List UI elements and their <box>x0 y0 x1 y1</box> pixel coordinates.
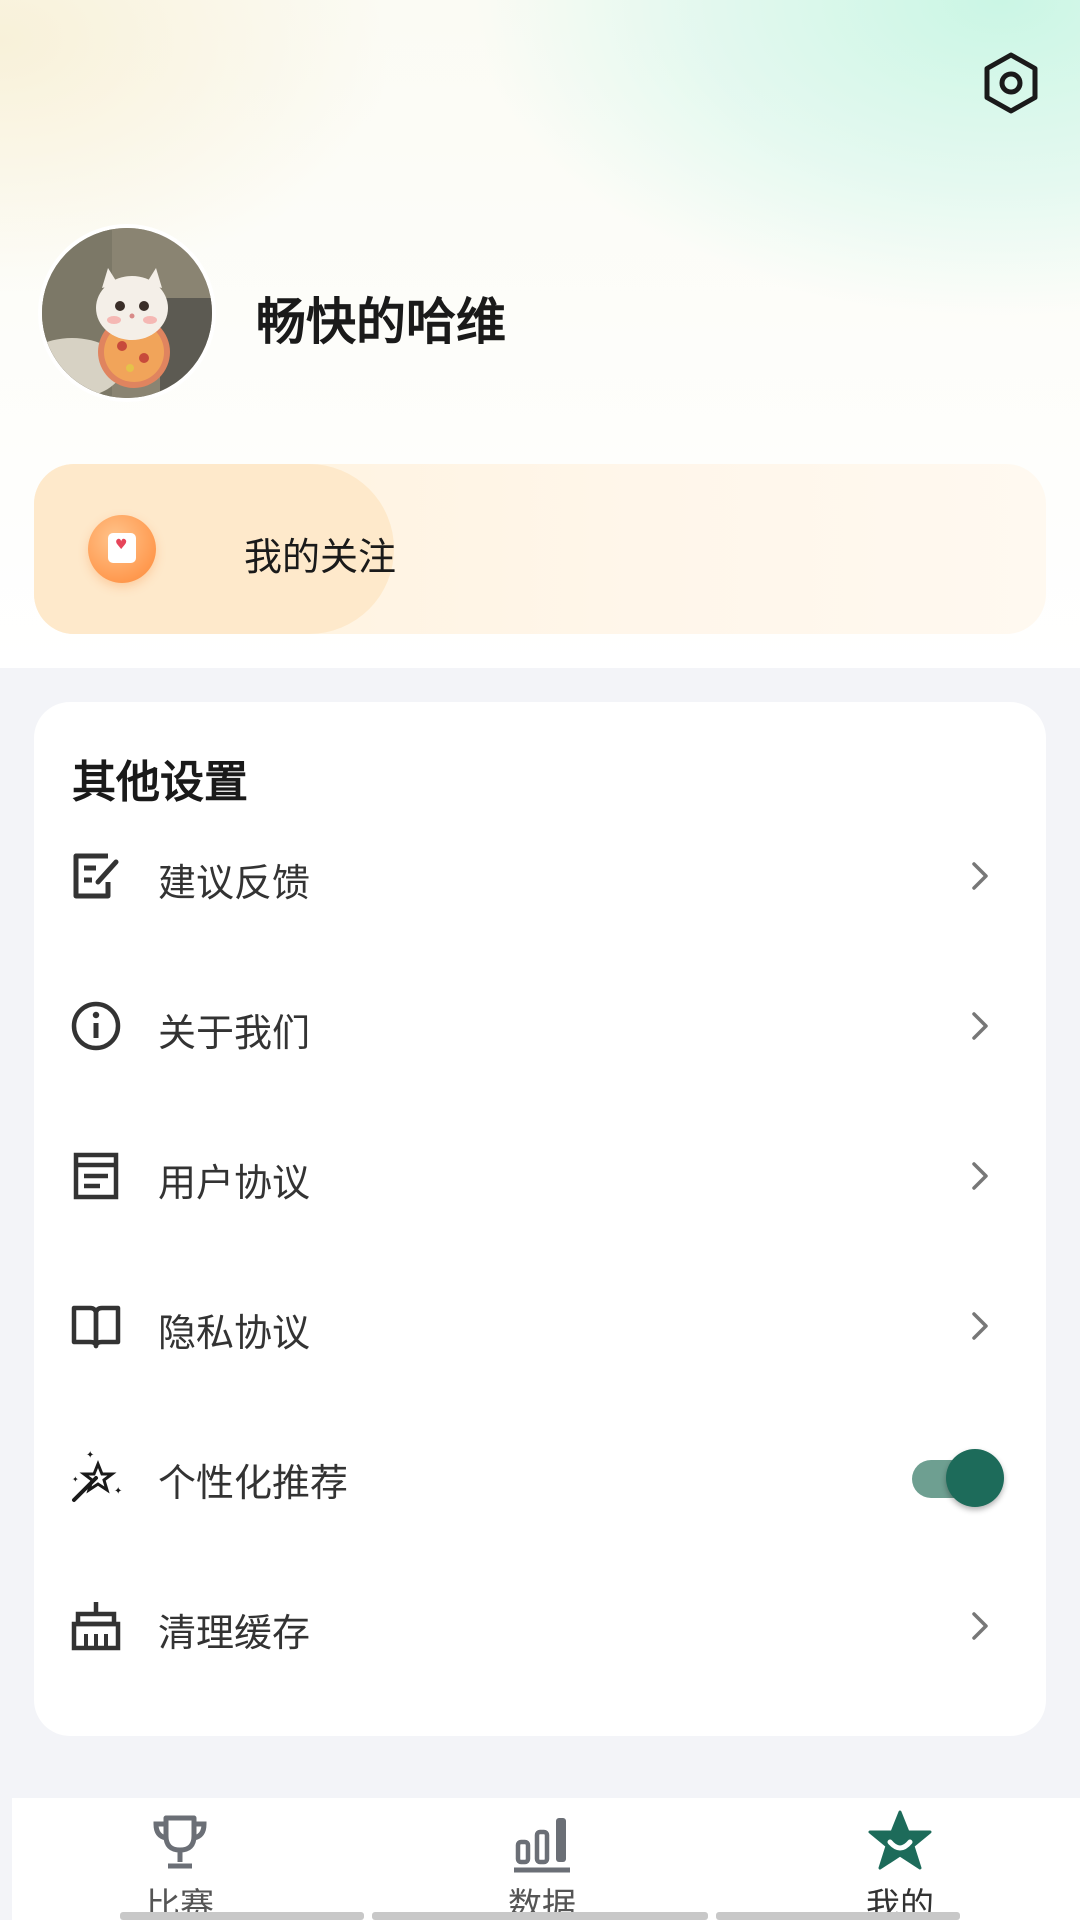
chevron-right-icon <box>972 1162 988 1190</box>
magic-wand-icon: ✦ ✦ ✦ <box>72 1450 122 1502</box>
tab-indicator <box>716 1912 960 1920</box>
chevron-right-icon <box>972 1612 988 1640</box>
star-smile-icon <box>868 1810 932 1870</box>
bookmark-heart-icon: ♥ <box>88 515 156 583</box>
settings-item-label: 用户协议 <box>158 1161 311 1205</box>
svg-text:✦: ✦ <box>86 1450 94 1461</box>
settings-item-label: 建议反馈 <box>158 861 311 905</box>
tab-matches[interactable]: 比赛 <box>80 1798 280 1920</box>
other-settings-card: 其他设置 建议反馈 关于我们 用户协议 隐私协议 ✦ ✦ ✦ 个性化推荐 清理缓… <box>34 702 1046 1736</box>
trophy-icon <box>153 1815 207 1869</box>
settings-item-about[interactable]: 关于我们 <box>34 966 1046 1086</box>
info-icon <box>71 1001 121 1051</box>
toggle-knob <box>946 1449 1004 1507</box>
broom-icon <box>71 1602 121 1651</box>
personalized-recommendation-toggle[interactable] <box>908 1446 1004 1507</box>
settings-item-label: 隐私协议 <box>158 1311 311 1355</box>
feedback-edit-icon <box>73 853 119 899</box>
tab-indicator <box>120 1912 364 1920</box>
chevron-right-icon <box>972 1012 988 1040</box>
cat-photo <box>42 228 212 398</box>
section-title: 其他设置 <box>72 757 248 808</box>
bar-chart-icon <box>514 1818 570 1873</box>
settings-item-label: 关于我们 <box>158 1011 311 1055</box>
my-follows-label: 我的关注 <box>244 535 397 579</box>
username: 畅快的哈维 <box>256 293 506 351</box>
document-icon <box>73 1152 119 1200</box>
tab-indicator <box>372 1912 708 1920</box>
profile-header: 畅快的哈维 ♥ 我的关注 <box>0 0 1080 668</box>
tab-mine[interactable]: 我的 <box>800 1798 1000 1920</box>
settings-item-feedback[interactable]: 建议反馈 <box>34 816 1046 936</box>
chevron-right-icon <box>972 862 988 890</box>
settings-item-privacy[interactable]: 隐私协议 <box>34 1266 1046 1386</box>
settings-item-personalized-recommendation: ✦ ✦ ✦ 个性化推荐 <box>34 1416 1046 1536</box>
avatar[interactable] <box>38 224 216 402</box>
svg-text:✦: ✦ <box>72 1475 79 1484</box>
settings-item-clear-cache[interactable]: 清理缓存 <box>34 1566 1046 1686</box>
book-icon <box>71 1305 121 1349</box>
settings-item-label: 清理缓存 <box>158 1611 311 1655</box>
tab-data[interactable]: 数据 <box>442 1798 642 1920</box>
my-follows-card[interactable]: ♥ 我的关注 <box>34 464 1046 634</box>
chevron-right-icon <box>972 1312 988 1340</box>
settings-icon[interactable] <box>978 50 1044 116</box>
bottom-tab-bar: 比赛 数据 我的 <box>12 1798 1080 1920</box>
profile-page: 畅快的哈维 ♥ 我的关注 其他设置 建议反馈 关于我们 用户协议 隐私协议 ✦ … <box>0 0 1080 1920</box>
svg-text:✦: ✦ <box>114 1486 122 1497</box>
settings-item-user-agreement[interactable]: 用户协议 <box>34 1116 1046 1236</box>
settings-item-label: 个性化推荐 <box>158 1461 349 1505</box>
